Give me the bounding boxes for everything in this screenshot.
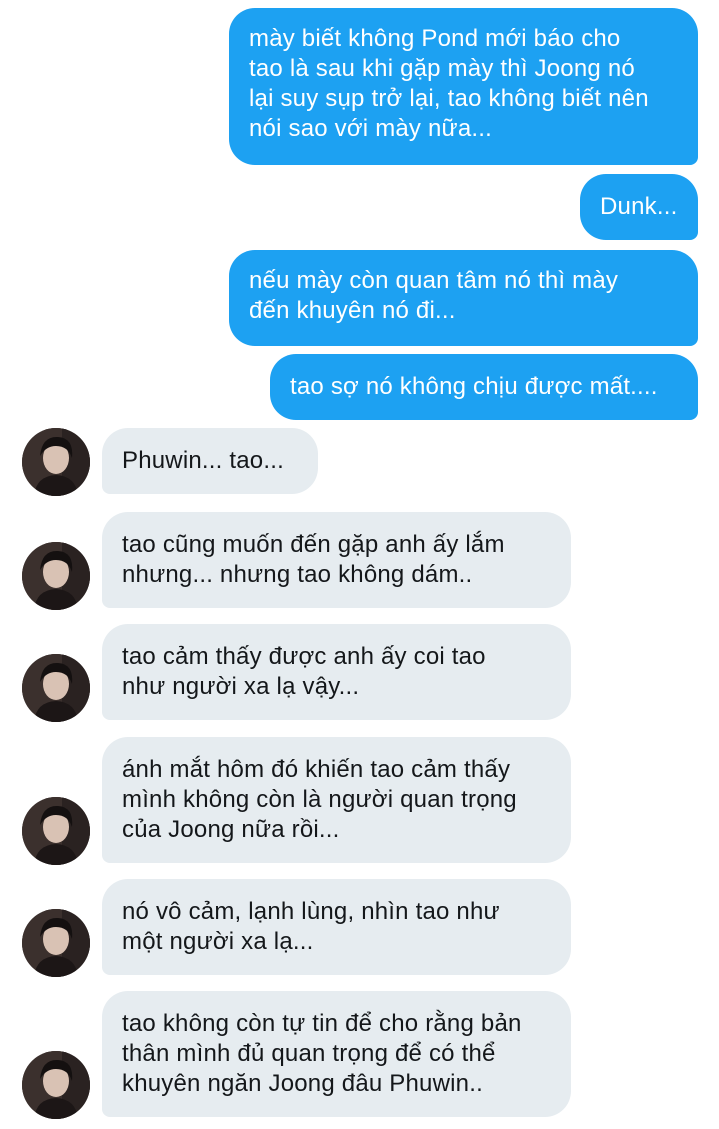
incoming-message-bubble[interactable]: tao không còn tự tin để cho rằng bản thâ… (102, 991, 571, 1117)
avatar-photo-icon (22, 542, 90, 610)
incoming-message-bubble[interactable]: nó vô cảm, lạnh lùng, nhìn tao như một n… (102, 879, 571, 975)
avatar-photo-icon (22, 1051, 90, 1119)
incoming-message-bubble[interactable]: tao cũng muốn đến gặp anh ấy lắm nhưng..… (102, 512, 571, 608)
contact-avatar[interactable] (22, 654, 90, 722)
incoming-message-bubble[interactable]: tao cảm thấy được anh ấy coi tao như ngư… (102, 624, 571, 720)
incoming-message-bubble[interactable]: ánh mắt hôm đó khiến tao cảm thấy mình k… (102, 737, 571, 863)
contact-avatar[interactable] (22, 797, 90, 865)
incoming-message-bubble[interactable]: Phuwin... tao... (102, 428, 318, 494)
avatar-photo-icon (22, 654, 90, 722)
contact-avatar[interactable] (22, 909, 90, 977)
outgoing-message-bubble[interactable]: mày biết không Pond mới báo cho tao là s… (229, 8, 698, 165)
contact-avatar[interactable] (22, 1051, 90, 1119)
outgoing-message-bubble[interactable]: tao sợ nó không chịu được mất.... (270, 354, 698, 420)
avatar-photo-icon (22, 428, 90, 496)
contact-avatar[interactable] (22, 428, 90, 496)
contact-avatar[interactable] (22, 542, 90, 610)
outgoing-message-bubble[interactable]: nếu mày còn quan tâm nó thì mày đến khuy… (229, 250, 698, 346)
avatar-photo-icon (22, 909, 90, 977)
avatar-photo-icon (22, 797, 90, 865)
message-thread: mày biết không Pond mới báo cho tao là s… (0, 0, 719, 1129)
outgoing-message-bubble[interactable]: Dunk... (580, 174, 698, 240)
